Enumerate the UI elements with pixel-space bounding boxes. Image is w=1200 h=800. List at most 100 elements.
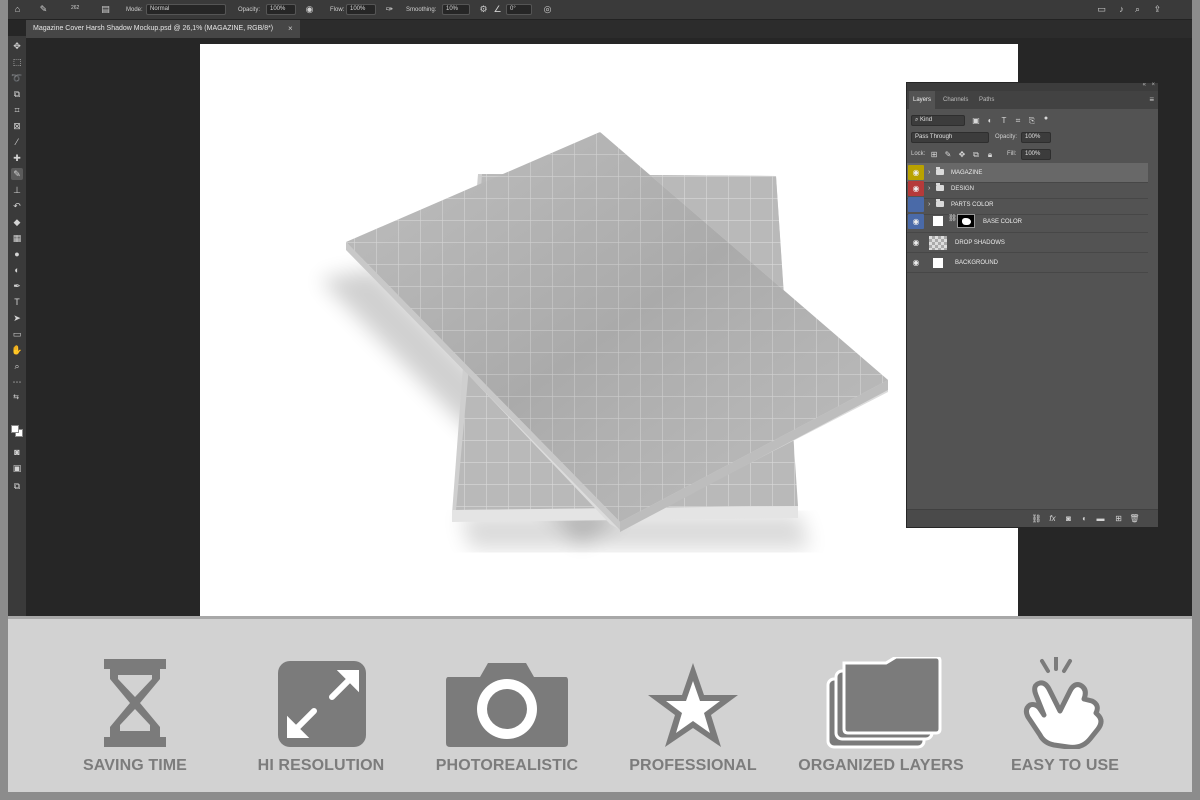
pressure-opacity-icon[interactable]: ◉ <box>304 4 315 15</box>
lock-transparent-icon[interactable]: ⊞ <box>929 150 939 160</box>
object-select-tool-icon[interactable]: ⧉ <box>11 88 23 100</box>
feature-label: HI RESOLUTION <box>257 757 385 774</box>
filter-shape-icon[interactable]: ⌗ <box>1013 116 1023 126</box>
layer-row-base-color[interactable]: ◉ ⛓ BASE COLOR <box>907 211 1148 233</box>
fx-icon[interactable]: fx <box>1047 513 1058 524</box>
swap-colors-icon[interactable]: ⇆ <box>10 392 22 404</box>
marquee-tool-icon[interactable]: ⬚ <box>11 56 23 68</box>
share-icon[interactable]: ⇪ <box>1152 4 1163 15</box>
rectangle-tool-icon[interactable]: ▭ <box>11 328 23 340</box>
pen-tool-icon[interactable]: ✒ <box>11 280 23 292</box>
airbrush-icon[interactable]: ✑ <box>384 4 395 15</box>
tab-channels[interactable]: Channels <box>939 91 972 109</box>
new-layer-icon[interactable]: ⊞ <box>1113 513 1124 524</box>
filter-pixel-icon[interactable]: ▣ <box>971 116 981 126</box>
document-tab-title: Magazine Cover Harsh Shadow Mockup.psd @… <box>33 25 274 32</box>
layer-row-background[interactable]: ◉ BACKGROUND <box>907 253 1148 273</box>
feature-label: PROFESSIONAL <box>629 757 757 774</box>
panel-menu-icon[interactable]: ≡ <box>1149 95 1154 104</box>
share-tool-icon[interactable]: ⧉ <box>11 480 23 492</box>
smoothing-settings-icon[interactable]: ⚙ <box>478 4 489 15</box>
mask-icon[interactable]: ◙ <box>1063 513 1074 524</box>
screen-mode-icon[interactable]: ▣ <box>11 462 23 474</box>
angle-field[interactable]: 0° <box>506 4 532 15</box>
blend-mode-select[interactable]: Pass Through <box>911 132 989 143</box>
filter-type-icon[interactable]: T <box>999 116 1009 126</box>
lock-pixels-icon[interactable]: ✎ <box>943 150 953 160</box>
folder-icon <box>936 199 944 207</box>
collapse-icon[interactable]: « <box>1143 82 1146 88</box>
document-canvas[interactable] <box>200 44 1018 616</box>
layer-row-drop-shadows[interactable]: ◉ DROP SHADOWS <box>907 233 1148 253</box>
pressure-size-icon[interactable]: ◎ <box>542 4 553 15</box>
hand-tool-icon[interactable]: ✋ <box>11 344 23 356</box>
eyedropper-tool-icon[interactable]: ⁄ <box>11 136 23 148</box>
notifications-icon[interactable]: ♪ <box>1116 4 1127 15</box>
feature-saving-time: SAVING TIME <box>50 619 220 800</box>
layer-opacity-field[interactable]: 100% <box>1021 132 1051 143</box>
foreground-color-swatch[interactable] <box>11 425 19 433</box>
history-brush-tool-icon[interactable]: ↶ <box>11 200 23 212</box>
layer-mask-thumbnail[interactable] <box>957 214 975 228</box>
adjustment-icon[interactable]: ◐ <box>1079 513 1090 524</box>
healing-brush-tool-icon[interactable]: ✚ <box>11 152 23 164</box>
lock-artboard-icon[interactable]: ⧉ <box>971 150 981 160</box>
flow-field[interactable]: 100% <box>346 4 376 15</box>
transparent-thumbnail <box>929 236 947 250</box>
opacity-field[interactable]: 100% <box>266 4 296 15</box>
eraser-tool-icon[interactable]: ◆ <box>11 216 23 228</box>
filter-toggle-icon[interactable]: ● <box>1041 114 1051 124</box>
lock-label: Lock: <box>911 151 926 157</box>
trash-icon[interactable]: 🗑︎ <box>1129 513 1140 524</box>
type-tool-icon[interactable]: T <box>11 296 23 308</box>
lock-position-icon[interactable]: ✥ <box>957 150 967 160</box>
path-select-tool-icon[interactable]: ➤ <box>11 312 23 324</box>
link-icon[interactable]: ⛓ <box>1031 513 1042 524</box>
lock-all-icon[interactable]: 🔒︎ <box>985 150 995 160</box>
frame-tool-icon[interactable]: ⊠ <box>11 120 23 132</box>
tab-paths[interactable]: Paths <box>975 91 998 109</box>
search-icon[interactable]: ⌕ <box>1132 4 1143 15</box>
dodge-tool-icon[interactable]: ◐ <box>11 264 23 276</box>
tab-layers[interactable]: Layers <box>909 91 936 109</box>
folder-icon[interactable]: ▬ <box>1095 513 1106 524</box>
mode-select[interactable]: Normal <box>146 4 226 15</box>
document-tab[interactable]: Magazine Cover Harsh Shadow Mockup.psd @… <box>26 20 300 38</box>
brush-preset-icon[interactable]: ✎ <box>38 4 49 15</box>
layers-folder-icon <box>826 657 942 749</box>
camera-icon <box>446 663 568 747</box>
blur-tool-icon[interactable]: ● <box>11 248 23 260</box>
move-tool-icon[interactable]: ✥ <box>11 40 23 52</box>
brush-tool-icon[interactable]: ✎ <box>11 168 23 180</box>
gradient-tool-icon[interactable]: ▦ <box>11 232 23 244</box>
smoothing-field[interactable]: 10% <box>442 4 470 15</box>
filter-kind-value: Kind <box>920 117 933 123</box>
layers-panel-titlebar[interactable]: « × <box>907 82 1158 91</box>
lasso-tool-icon[interactable]: ➰ <box>11 72 23 84</box>
zoom-tool-icon[interactable]: ⌕ <box>11 360 23 372</box>
mask-shape <box>962 218 971 225</box>
magazine-mockup-artwork <box>320 132 888 549</box>
crop-tool-icon[interactable]: ⌗ <box>11 104 23 116</box>
home-icon[interactable]: ⌂ <box>12 4 23 15</box>
quick-mask-icon[interactable]: ◙ <box>11 446 23 458</box>
filter-adjustment-icon[interactable]: ◐ <box>985 116 995 126</box>
visibility-eye-icon[interactable]: ◉ <box>908 165 924 180</box>
close-icon[interactable]: × <box>1151 82 1155 88</box>
close-icon[interactable]: × <box>288 20 293 38</box>
more-tools-icon[interactable]: ⋯ <box>11 376 23 388</box>
clone-stamp-tool-icon[interactable]: ⊥ <box>11 184 23 196</box>
hidden-visibility-icon[interactable] <box>908 197 924 212</box>
brush-panel-icon[interactable]: ▤ <box>100 4 111 15</box>
feature-label: PHOTOREALISTIC <box>435 757 579 774</box>
workspace-icon[interactable]: ▭ <box>1096 4 1107 15</box>
filter-smart-object-icon[interactable]: ⎘ <box>1027 116 1037 126</box>
visibility-eye-icon[interactable]: ◉ <box>908 255 924 270</box>
visibility-eye-icon[interactable]: ◉ <box>908 235 924 250</box>
feature-label: SAVING TIME <box>83 757 187 774</box>
layer-fill-field[interactable]: 100% <box>1021 149 1051 160</box>
filter-kind-select[interactable]: ⌕ Kind <box>911 115 965 126</box>
chain-link-icon[interactable]: ⛓ <box>948 214 957 222</box>
visibility-eye-icon[interactable]: ◉ <box>908 214 924 229</box>
visibility-eye-icon[interactable]: ◉ <box>908 181 924 196</box>
